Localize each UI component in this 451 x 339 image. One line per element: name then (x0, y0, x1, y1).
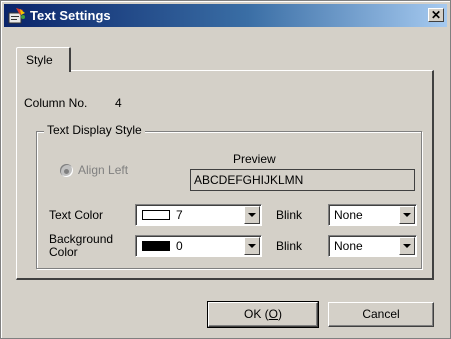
blink-label-1: Blink (276, 208, 303, 222)
background-color-value: 0 (176, 239, 183, 253)
title-bar[interactable]: Text Settings ✕ (4, 4, 447, 27)
chevron-down-icon[interactable] (244, 206, 260, 224)
window-title: Text Settings (30, 8, 111, 23)
text-settings-dialog: Text Settings ✕ Style Column No. 4 Text … (0, 0, 451, 339)
ok-button-label: OK (O) (243, 307, 282, 321)
blink-select-1[interactable]: None (328, 204, 417, 226)
text-display-style-title: Text Display Style (44, 123, 145, 137)
blink-value-1: None (334, 208, 363, 222)
preview-text: ABCDEFGHIJKLMN (194, 173, 304, 187)
close-icon: ✕ (430, 8, 442, 22)
blink-label-2: Blink (276, 239, 303, 253)
blink-value-2: None (334, 239, 363, 253)
background-color-select[interactable]: 0 (135, 235, 262, 257)
radio-icon (60, 164, 73, 177)
cancel-button-label: Cancel (362, 307, 400, 321)
text-color-label: Text Color (49, 208, 104, 222)
chevron-down-icon[interactable] (244, 237, 260, 255)
tab-style-label: Style (26, 53, 53, 67)
blink-select-2[interactable]: None (328, 235, 417, 257)
background-color-swatch (142, 241, 170, 251)
background-color-label-line2: Color (49, 245, 78, 259)
text-color-value: 7 (176, 208, 183, 222)
align-left-radio[interactable]: Align Left (60, 163, 200, 181)
preview-label: Preview (233, 152, 276, 166)
align-left-label: Align Left (78, 163, 129, 177)
preview-box: ABCDEFGHIJKLMN (190, 169, 415, 191)
text-color-select[interactable]: 7 (135, 204, 262, 226)
column-no-value: 4 (115, 96, 122, 110)
background-color-label-line1: Background (49, 232, 114, 246)
text-color-swatch (142, 210, 170, 220)
app-icon (8, 8, 25, 24)
close-button[interactable]: ✕ (428, 8, 444, 22)
chevron-down-icon[interactable] (399, 206, 415, 224)
ok-button[interactable]: OK (O) (207, 301, 319, 328)
cancel-button[interactable]: Cancel (328, 302, 434, 327)
column-no-label: Column No. (24, 96, 88, 110)
tab-style[interactable]: Style (16, 47, 71, 72)
chevron-down-icon[interactable] (399, 237, 415, 255)
